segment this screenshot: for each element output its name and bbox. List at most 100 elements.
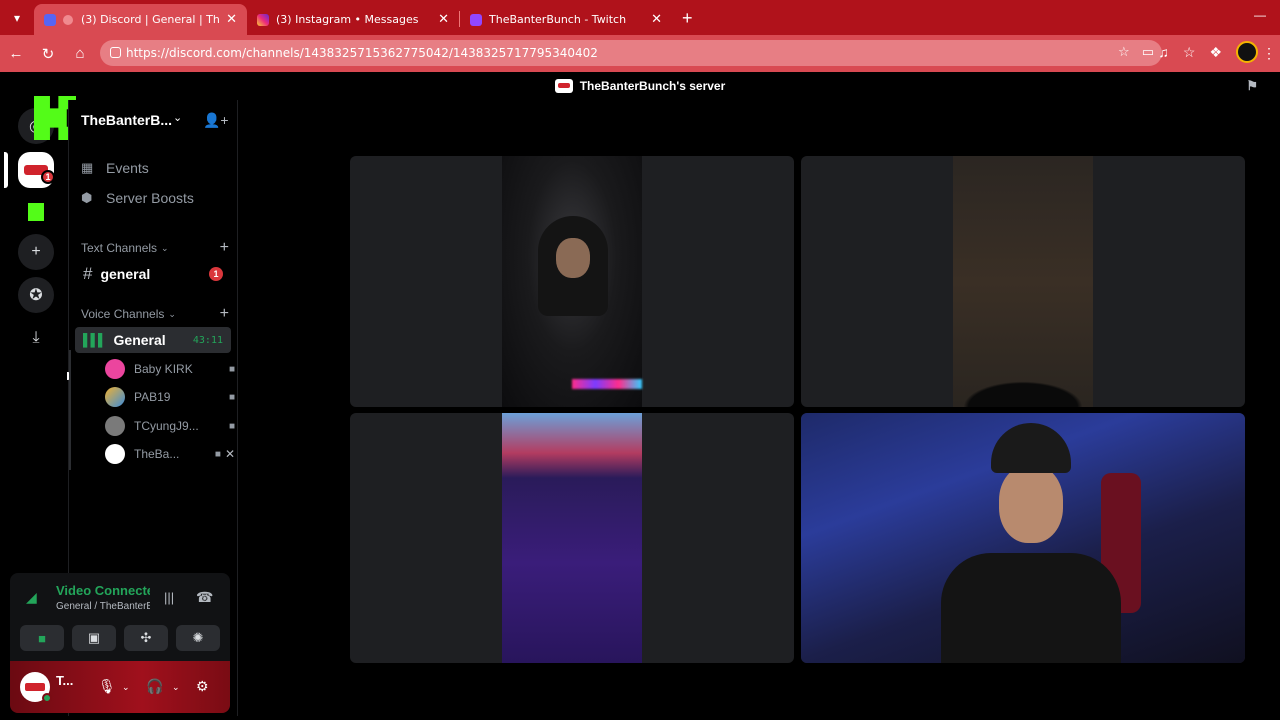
- video-tile[interactable]: [350, 413, 794, 663]
- screen-share-button[interactable]: ▣: [72, 625, 116, 651]
- back-icon[interactable]: ←: [0, 45, 32, 62]
- server-title: TheBanterBunch's server: [579, 79, 726, 93]
- chevron-down-icon[interactable]: ⌄: [122, 682, 130, 693]
- audio-playing-icon[interactable]: [63, 14, 73, 25]
- video-tile[interactable]: [801, 413, 1245, 663]
- minimize-window-icon[interactable]: —: [1254, 8, 1266, 22]
- settings-gear-icon[interactable]: ⚙: [196, 678, 209, 695]
- selected-server-pill: [4, 152, 8, 188]
- discord-favicon-icon: [44, 13, 56, 26]
- category-label: Text Channels: [81, 241, 158, 255]
- server-boosts-item[interactable]: ⬢ Server Boosts: [81, 190, 194, 206]
- camera-toggle-button[interactable]: ■: [20, 625, 64, 651]
- events-item[interactable]: ▦ Events: [81, 160, 149, 176]
- create-channel-icon[interactable]: +: [220, 239, 229, 257]
- download-apps-icon[interactable]: ⤓: [18, 320, 54, 356]
- favorites-icon[interactable]: ☆: [1183, 44, 1196, 61]
- tab-title: (3) Instagram • Messages: [276, 13, 419, 26]
- close-tab-icon[interactable]: ✕: [438, 12, 449, 27]
- profile-avatar[interactable]: [1236, 41, 1258, 63]
- media-control-icon[interactable]: ♫: [1158, 44, 1169, 60]
- video-feed: [502, 413, 642, 663]
- discover-compass-icon[interactable]: ✪: [18, 277, 54, 313]
- avatar: [105, 359, 125, 379]
- voice-channel-path[interactable]: General / TheBanterBunch: [56, 601, 150, 612]
- create-channel-icon[interactable]: +: [220, 305, 229, 323]
- chevron-down-icon[interactable]: ⌄: [172, 682, 180, 693]
- voice-user[interactable]: TCyungJ9... ■: [105, 414, 235, 438]
- browser-tab-strip: ▾ (3) Discord | General | TheBan ✕ (3) I…: [0, 0, 1280, 35]
- camera-icon: ■: [228, 420, 235, 432]
- server-kick[interactable]: [18, 194, 54, 230]
- voice-user-tree-line: [69, 350, 71, 470]
- category-label: Voice Channels: [81, 307, 165, 321]
- browser-menu-icon[interactable]: ⋮: [1262, 45, 1276, 62]
- voice-channels-category[interactable]: Voice Channels ⌄ +: [81, 305, 229, 323]
- voice-user[interactable]: Baby KIRK ■: [105, 357, 235, 381]
- video-tile[interactable]: [801, 156, 1245, 407]
- channel-general[interactable]: # general 1: [75, 261, 231, 287]
- home-icon[interactable]: ⌂: [64, 45, 96, 62]
- close-tab-icon[interactable]: ✕: [651, 12, 662, 27]
- chevron-down-icon[interactable]: ⌄: [173, 111, 182, 124]
- connection-signal-icon[interactable]: ◢: [26, 589, 37, 606]
- video-feed: [953, 156, 1093, 407]
- soundboard-button[interactable]: ✺: [176, 625, 220, 651]
- tab-instagram[interactable]: (3) Instagram • Messages ✕: [247, 4, 459, 35]
- camera-in-use-icon[interactable]: ▭: [1142, 45, 1154, 60]
- camera-icon: ■: [214, 448, 221, 460]
- voice-user[interactable]: PAB19 ■: [105, 385, 235, 409]
- channel-mention-badge: 1: [209, 267, 223, 281]
- site-info-icon[interactable]: [110, 47, 121, 58]
- avatar: [105, 444, 125, 464]
- tab-title: TheBanterBunch - Twitch: [489, 13, 627, 26]
- camera-icon: ■: [228, 363, 235, 375]
- microphone-icon[interactable]: 🎙: [98, 678, 116, 695]
- disconnect-icon[interactable]: ☎: [196, 589, 213, 606]
- headphones-icon[interactable]: 🎧: [146, 678, 163, 695]
- tab-twitch[interactable]: TheBanterBunch - Twitch ✕: [460, 4, 672, 35]
- voice-activity-icon: ▌▌▌: [83, 333, 106, 347]
- boost-gem-icon: ⬢: [81, 190, 93, 205]
- server-mention-badge: 1: [41, 170, 55, 184]
- participant-video: [953, 377, 1093, 407]
- events-label: Events: [106, 160, 149, 176]
- close-tab-icon[interactable]: ✕: [226, 12, 237, 27]
- user-panel: T... 🎙 ⌄ 🎧 ⌄ ⚙: [10, 661, 230, 713]
- tab-title: (3) Discord | General | TheBan: [81, 13, 220, 26]
- tab-discord[interactable]: (3) Discord | General | TheBan ✕: [34, 4, 247, 35]
- channel-label: general: [100, 266, 151, 282]
- online-status-icon: [42, 693, 52, 703]
- noise-suppression-icon[interactable]: |||: [164, 590, 174, 605]
- voice-user-name: TheBa...: [134, 447, 180, 461]
- avatar: [105, 416, 125, 436]
- invite-people-icon[interactable]: 👤+: [203, 112, 229, 129]
- keyboard-lights: [572, 379, 642, 389]
- reload-icon[interactable]: ↻: [32, 45, 64, 63]
- new-tab-icon[interactable]: +: [682, 8, 693, 29]
- server-icon: [554, 79, 573, 93]
- voice-user-name: PAB19: [134, 390, 171, 404]
- avatar: [105, 387, 125, 407]
- address-bar[interactable]: https://discord.com/channels/14383257153…: [100, 40, 1162, 66]
- tab-search-icon[interactable]: ▾: [0, 0, 34, 35]
- url-text: https://discord.com/channels/14383257153…: [126, 46, 598, 60]
- activities-button[interactable]: ✣: [124, 625, 168, 651]
- voice-user[interactable]: TheBa... ■ ✕: [105, 442, 235, 466]
- text-channels-category[interactable]: Text Channels ⌄ +: [81, 239, 229, 257]
- video-tile[interactable]: [350, 156, 794, 407]
- bookmark-star-icon[interactable]: ☆: [1118, 45, 1130, 60]
- inbox-flag-icon[interactable]: ⚑: [1246, 78, 1258, 94]
- user-name[interactable]: T...: [56, 673, 80, 688]
- browser-toolbar: ← ↻ ⌂ https://discord.com/channels/14383…: [0, 35, 1280, 72]
- add-server-icon[interactable]: +: [18, 234, 54, 270]
- calendar-icon: ▦: [81, 160, 94, 175]
- voice-user-name: TCyungJ9...: [134, 419, 199, 433]
- voice-channel-general[interactable]: ▌▌▌ General 43:11: [75, 327, 231, 353]
- voice-status[interactable]: Video Connected: [56, 583, 150, 598]
- extensions-icon[interactable]: ❖: [1209, 44, 1222, 61]
- boosts-label: Server Boosts: [106, 190, 194, 206]
- voice-user-name: Baby KIRK: [134, 362, 193, 376]
- voice-timer: 43:11: [192, 334, 223, 346]
- voice-connection-panel: ◢ Video Connected General / TheBanterBun…: [10, 573, 230, 661]
